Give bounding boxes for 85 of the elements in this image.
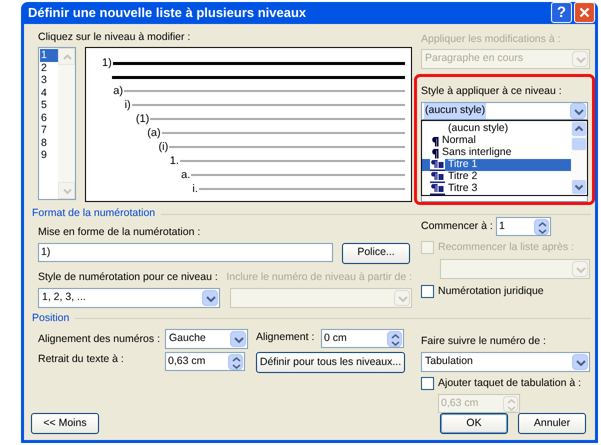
- cancel-button[interactable]: Annuler: [518, 413, 586, 434]
- field-label: Appliquer les modifications à :: [421, 32, 562, 46]
- close-button[interactable]: [574, 2, 595, 24]
- level-number: a.: [181, 168, 190, 183]
- option-label: Sans interligne: [442, 145, 512, 159]
- checkbox[interactable]: [421, 377, 434, 390]
- level-list[interactable]: 1 2 3 4 5 6 7 8 9: [38, 47, 76, 200]
- level-item[interactable]: 5: [40, 99, 58, 112]
- style-dropdown[interactable]: (aucun style): [421, 102, 588, 120]
- chevron-down-icon[interactable]: [230, 331, 246, 348]
- style-option[interactable]: Sans interligne: [422, 147, 571, 159]
- scrollbar[interactable]: [571, 121, 587, 195]
- chevron-down-icon[interactable]: [570, 103, 586, 119]
- field-label: Alignement :: [256, 330, 316, 346]
- level-number: 1): [102, 56, 112, 71]
- heading-style-icon: [430, 183, 445, 195]
- level-number: a): [113, 84, 124, 99]
- level-number: (a): [147, 126, 161, 141]
- close-icon: [579, 7, 590, 18]
- ok-button[interactable]: OK: [440, 413, 508, 434]
- level-number: (i): [158, 140, 168, 155]
- style-option[interactable]: Titre 3: [422, 183, 571, 195]
- level-item[interactable]: 4: [40, 86, 58, 100]
- spin-arrows-icon[interactable]: [228, 354, 243, 370]
- option-label: Normal: [442, 134, 476, 147]
- group-heading: Position: [32, 310, 70, 326]
- style-options-list[interactable]: (aucun style) Normal Sans interligne Titre 1 Titre 2 Titre 3: [421, 120, 588, 196]
- paragraph-icon: [430, 148, 439, 158]
- level-number: i): [124, 98, 131, 113]
- level-number: i.: [192, 182, 198, 197]
- paragraph-icon: [430, 136, 439, 146]
- style-option[interactable]: Titre 2: [422, 171, 571, 183]
- field-label: Cliquez sur le niveau à modifier :: [38, 30, 192, 44]
- fewer-options-button[interactable]: << Moins: [31, 413, 99, 434]
- group-heading: Format de la numérotation: [32, 206, 156, 222]
- number-alignment-dropdown[interactable]: Gauche: [165, 329, 248, 350]
- field-label: Alignement des numéros :: [38, 332, 161, 348]
- checkbox-label: Ajouter taquet de tabulation à :: [438, 376, 582, 391]
- level-item[interactable]: 9: [40, 149, 58, 162]
- start-at-spinbox[interactable]: 1: [496, 217, 551, 236]
- checkbox-label: Numérotation juridique: [438, 284, 544, 299]
- option-label: Titre 1: [448, 158, 478, 171]
- level-number: (1): [136, 112, 150, 127]
- restart-after-dropdown[interactable]: [440, 259, 590, 279]
- heading-style-icon: [430, 159, 445, 171]
- level-item[interactable]: 8: [40, 136, 58, 150]
- font-button[interactable]: Police...: [342, 242, 410, 264]
- set-all-levels-button[interactable]: Définir pour tous les niveaux...: [256, 352, 405, 374]
- field-label: Inclure le numéro de niveau à partir de :: [226, 270, 412, 285]
- aligned-at-spinbox[interactable]: 0 cm: [321, 329, 404, 348]
- option-label: Titre 3: [448, 181, 478, 196]
- style-option[interactable]: Normal: [422, 135, 571, 147]
- checkbox-label: Recommencer la liste après :: [438, 240, 574, 255]
- scroll-up-icon[interactable]: [571, 121, 587, 151]
- chevron-down-icon[interactable]: [202, 290, 218, 306]
- number-format-field[interactable]: 1): [38, 242, 333, 262]
- level-item[interactable]: 3: [40, 74, 58, 87]
- field-label: Mise en forme de la numérotation :: [38, 225, 202, 240]
- level-number: 1.: [170, 154, 179, 169]
- option-label: (aucun style): [448, 121, 508, 135]
- scroll-down-icon[interactable]: [58, 182, 75, 200]
- field-label: Style de numérotation pour ce niveau :: [38, 270, 219, 285]
- window-title: Définir une nouvelle liste à plusieurs niveaux: [28, 4, 306, 22]
- heading-style-icon: [430, 171, 445, 183]
- field-label: Style à appliquer à ce niveau :: [421, 84, 563, 100]
- chevron-down-icon[interactable]: [572, 354, 588, 370]
- style-option[interactable]: (aucun style): [422, 123, 571, 135]
- scrollbar[interactable]: [58, 48, 75, 200]
- level-item[interactable]: 1: [40, 49, 58, 62]
- field-label: Faire suivre le numéro de :: [421, 334, 547, 350]
- level-item[interactable]: 7: [40, 124, 58, 137]
- level-item[interactable]: 2: [40, 62, 58, 74]
- spin-arrows-icon[interactable]: [534, 218, 549, 234]
- help-button[interactable]: ?: [551, 2, 572, 24]
- level-item[interactable]: 6: [40, 112, 58, 124]
- field-label: Retrait du texte à :: [38, 352, 125, 368]
- option-label: Titre 2: [448, 169, 478, 183]
- checkbox[interactable]: [421, 285, 434, 298]
- style-option[interactable]: Titre 1: [422, 159, 571, 171]
- field-label: Commencer à :: [421, 218, 492, 234]
- text-indent-spinbox[interactable]: 0,63 cm: [165, 352, 245, 372]
- number-style-dropdown[interactable]: 1, 2, 3, ...: [38, 288, 220, 308]
- spin-arrows-icon[interactable]: [387, 330, 402, 347]
- scroll-down-icon[interactable]: [571, 179, 587, 195]
- follow-number-dropdown[interactable]: Tabulation: [421, 352, 590, 372]
